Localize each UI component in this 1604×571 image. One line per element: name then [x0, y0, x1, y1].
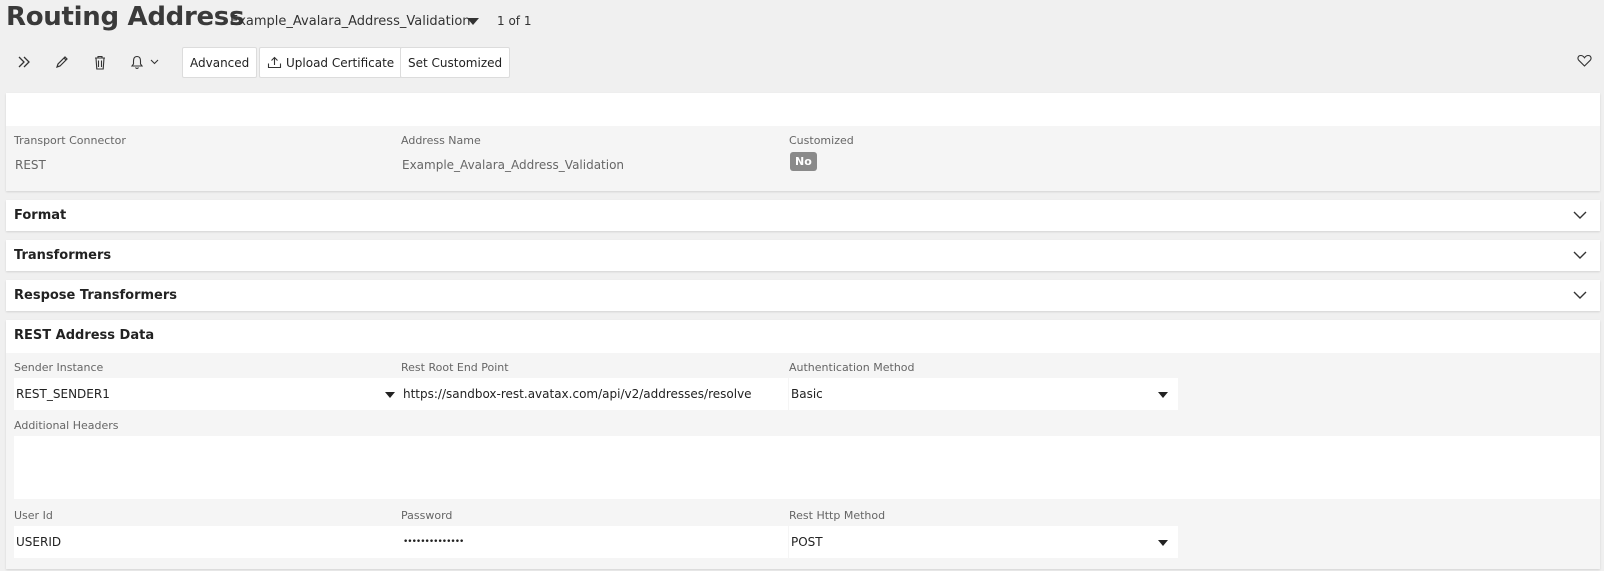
set-customized-button[interactable]: Set Customized — [400, 47, 511, 78]
double-chevron-right-icon[interactable] — [10, 48, 38, 76]
additional-headers-label: Additional Headers — [14, 419, 119, 432]
record-count: 1 of 1 — [497, 14, 532, 28]
sender-instance-label: Sender Instance — [14, 361, 104, 374]
pencil-icon[interactable] — [48, 48, 76, 76]
summary-fields: Transport Connector REST Address Name Ex… — [6, 126, 1600, 191]
dropdown-caret-icon — [385, 392, 395, 398]
rest-root-endpoint-input[interactable]: https://sandbox-rest.avatax.com/api/v2/a… — [401, 378, 788, 410]
format-section-title: Format — [14, 208, 67, 223]
rest-http-method-value: POST — [791, 535, 823, 549]
authentication-method-value: Basic — [791, 387, 823, 401]
customized-badge: No — [790, 152, 817, 171]
heart-icon[interactable] — [1570, 46, 1598, 74]
address-name-value: Example_Avalara_Address_Validation — [402, 158, 625, 172]
authentication-method-label: Authentication Method — [789, 361, 915, 374]
sender-instance-select[interactable]: REST_SENDER1 — [14, 378, 405, 410]
password-value: •••••••••••••• — [403, 537, 464, 547]
user-id-input[interactable]: USERID — [14, 526, 405, 558]
chevron-down-icon — [150, 59, 159, 65]
rest-fields: Sender Instance REST_SENDER1 Rest Root E… — [6, 353, 1600, 569]
password-input[interactable]: •••••••••••••• — [401, 526, 788, 558]
dropdown-caret-icon — [1158, 392, 1168, 398]
transport-connector-value: REST — [15, 158, 46, 172]
user-id-value: USERID — [16, 535, 62, 549]
record-selector[interactable]: Example_Avalara_Address_Validation — [230, 14, 471, 29]
rest-http-method-label: Rest Http Method — [789, 509, 886, 522]
authentication-method-select[interactable]: Basic — [789, 378, 1178, 410]
advanced-button[interactable]: Advanced — [182, 47, 258, 78]
rest-http-method-select[interactable]: POST — [789, 526, 1178, 558]
address-name-label: Address Name — [401, 134, 481, 147]
bell-icon — [130, 55, 144, 69]
transformers-section-title: Transformers — [14, 248, 112, 263]
chevron-down-icon — [1573, 291, 1587, 299]
transport-connector-label: Transport Connector — [14, 134, 126, 147]
upload-icon — [267, 56, 282, 69]
rest-address-data-section: REST Address Data Sender Instance REST_S… — [6, 320, 1600, 569]
upload-certificate-button[interactable]: Upload Certificate — [259, 47, 403, 78]
response-transformers-section-title: Respose Transformers — [14, 288, 178, 303]
customized-label: Customized — [789, 134, 854, 147]
notifications-menu[interactable] — [124, 48, 168, 76]
additional-headers-textarea[interactable] — [14, 436, 1600, 499]
page-title: Routing Address — [6, 2, 245, 32]
format-section-header[interactable]: Format — [6, 200, 1600, 231]
rest-root-endpoint-label: Rest Root End Point — [401, 361, 509, 374]
chevron-down-icon — [1573, 251, 1587, 259]
password-label: Password — [401, 509, 453, 522]
sender-instance-value: REST_SENDER1 — [16, 387, 110, 401]
summary-card: Transport Connector REST Address Name Ex… — [6, 93, 1600, 191]
rest-address-data-title: REST Address Data — [14, 328, 155, 343]
chevron-down-icon — [1573, 211, 1587, 219]
record-dropdown-caret-icon[interactable] — [467, 18, 479, 25]
dropdown-caret-icon — [1158, 540, 1168, 546]
set-customized-label: Set Customized — [408, 55, 503, 70]
upload-certificate-label: Upload Certificate — [286, 55, 395, 70]
advanced-button-label: Advanced — [190, 55, 250, 70]
transformers-section-header[interactable]: Transformers — [6, 240, 1600, 271]
trash-icon[interactable] — [86, 48, 114, 76]
rest-root-endpoint-value: https://sandbox-rest.avatax.com/api/v2/a… — [403, 387, 752, 401]
user-id-label: User Id — [14, 509, 53, 522]
response-transformers-section-header[interactable]: Respose Transformers — [6, 280, 1600, 311]
